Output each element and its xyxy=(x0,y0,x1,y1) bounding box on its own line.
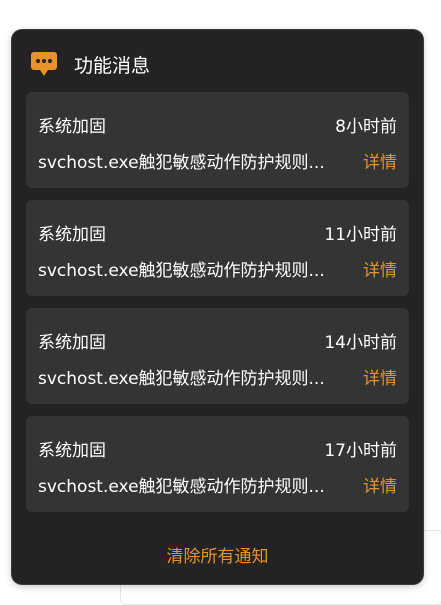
notification-category: 系统加固 xyxy=(38,117,106,137)
detail-link[interactable]: 详情 xyxy=(363,472,397,497)
clear-all-button[interactable]: 清除所有通知 xyxy=(167,547,269,567)
detail-link[interactable]: 详情 xyxy=(363,364,397,389)
notification-message: svchost.exe触犯敏感动作防护规则... xyxy=(38,153,325,173)
panel-title: 功能消息 xyxy=(74,54,151,77)
notification-category: 系统加固 xyxy=(38,441,106,461)
notification-message: svchost.exe触犯敏感动作防护规则... xyxy=(38,261,325,281)
notification-time: 14小时前 xyxy=(324,333,397,353)
notification-message: svchost.exe触犯敏感动作防护规则... xyxy=(38,477,325,497)
notification-item: 系统加固 17小时前 svchost.exe触犯敏感动作防护规则... 详情 xyxy=(26,416,409,512)
panel-header: 功能消息 xyxy=(30,50,150,78)
notification-list: 系统加固 8小时前 svchost.exe触犯敏感动作防护规则... 详情 系统… xyxy=(26,92,409,524)
panel-footer: 清除所有通知 xyxy=(12,542,423,567)
notification-category: 系统加固 xyxy=(38,225,106,245)
notification-item: 系统加固 8小时前 svchost.exe触犯敏感动作防护规则... 详情 xyxy=(26,92,409,188)
notification-time: 11小时前 xyxy=(324,225,397,245)
notification-panel: 功能消息 系统加固 8小时前 svchost.exe触犯敏感动作防护规则... … xyxy=(12,30,423,584)
notification-item: 系统加固 11小时前 svchost.exe触犯敏感动作防护规则... 详情 xyxy=(26,200,409,296)
notification-time: 8小时前 xyxy=(335,117,397,137)
detail-link[interactable]: 详情 xyxy=(363,148,397,173)
notification-message: svchost.exe触犯敏感动作防护规则... xyxy=(38,369,325,389)
notification-item: 系统加固 14小时前 svchost.exe触犯敏感动作防护规则... 详情 xyxy=(26,308,409,404)
notification-category: 系统加固 xyxy=(38,333,106,353)
chat-bubble-icon xyxy=(30,50,58,78)
notification-time: 17小时前 xyxy=(324,441,397,461)
detail-link[interactable]: 详情 xyxy=(363,256,397,281)
